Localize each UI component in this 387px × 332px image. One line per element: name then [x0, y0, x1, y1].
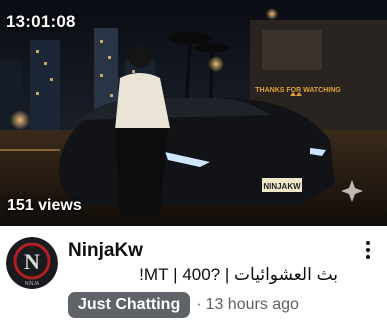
video-title[interactable]: بث العشوائيات | ?400 | MT! — [68, 265, 338, 285]
category-badge[interactable]: Just Chatting — [68, 292, 191, 318]
meta-separator: · — [196, 296, 202, 313]
sign-text: THANKS FOR WATCHING — [255, 87, 341, 94]
video-thumbnail[interactable]: THANKS FOR WATCHING NINJAKW 13:01:08 151 — [0, 0, 387, 226]
channel-avatar[interactable]: N NINJA — [6, 237, 58, 289]
avatar-subtext: NINJA — [25, 281, 40, 287]
video-meta-row: Just Chatting · 13 hours ago — [68, 292, 299, 318]
channel-name[interactable]: NinjaKw — [68, 240, 143, 262]
duration-label: 13:01:08 — [6, 12, 76, 31]
more-vert-icon — [366, 241, 370, 259]
plate-text: NINJAKW — [263, 182, 301, 191]
views-label: 151 views — [7, 197, 82, 214]
avatar-letter: N — [24, 249, 40, 274]
ninja-logo-icon: N NINJA — [6, 237, 58, 289]
more-options-button[interactable] — [356, 238, 380, 262]
upload-age: 13 hours ago — [205, 296, 299, 313]
thumbnail-scene: THANKS FOR WATCHING NINJAKW — [0, 0, 387, 226]
video-card: THANKS FOR WATCHING NINJAKW 13:01:08 151 — [0, 0, 387, 332]
